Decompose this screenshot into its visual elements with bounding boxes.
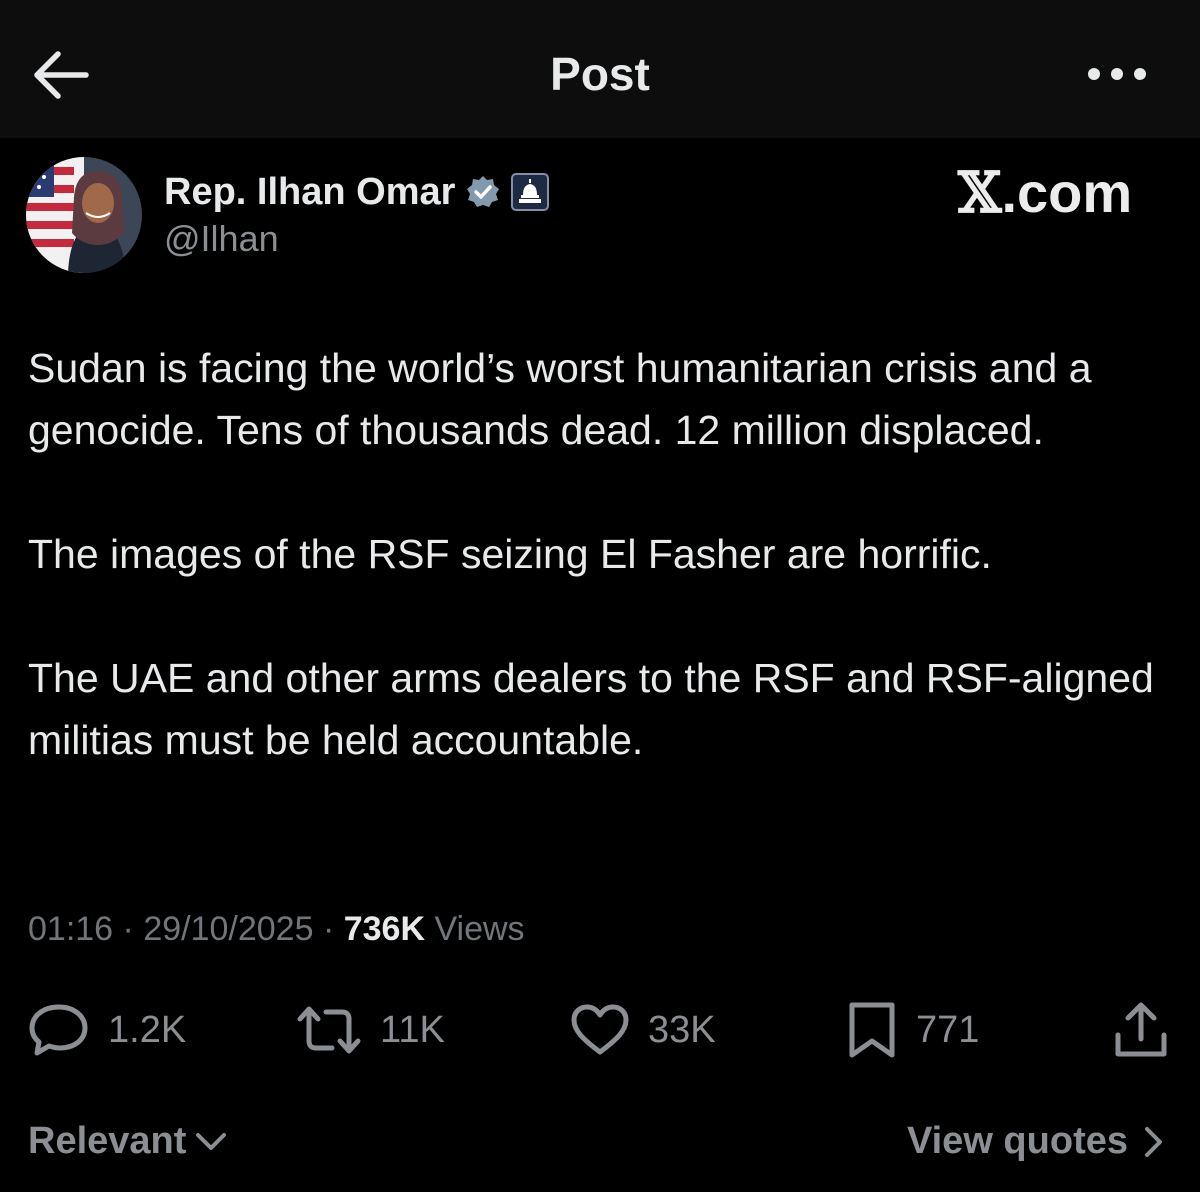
share-button[interactable] (1110, 990, 1172, 1070)
capitol-dome-icon (511, 173, 550, 211)
x-logo-glyph: 𝕏 (958, 160, 1002, 226)
bookmark-icon (849, 1002, 895, 1058)
bookmark-count: 771 (916, 1008, 980, 1051)
view-quotes-label: View quotes (906, 1120, 1128, 1162)
post-date[interactable]: 29/10/2025 (143, 910, 313, 948)
avatar[interactable] (26, 157, 142, 273)
author-handle[interactable]: @Ilhan (164, 218, 279, 260)
reply-sort-dropdown[interactable]: Relevant (28, 1120, 228, 1163)
share-icon (1115, 1002, 1167, 1057)
page-title: Post (550, 48, 650, 100)
like-count: 33K (648, 1008, 716, 1051)
chevron-down-icon (196, 1132, 227, 1150)
views-count: 736K (343, 910, 426, 948)
post-meta: 01:16 · 29/10/2025 · 736K Views (28, 910, 525, 949)
repost-count: 11K (380, 1008, 445, 1051)
post-body: Sudan is facing the world’s worst humani… (28, 337, 1178, 771)
verified-badge-icon (467, 176, 500, 207)
repost-button[interactable]: 11K (296, 990, 445, 1070)
post-paragraph: Sudan is facing the world’s worst humani… (28, 345, 1092, 453)
post-paragraph: The images of the RSF seizing El Fasher … (28, 531, 992, 577)
heart-icon (571, 1004, 629, 1055)
more-horizontal-icon (1088, 68, 1146, 80)
like-button[interactable]: 33K (570, 990, 716, 1070)
replies-toolbar: Relevant View quotes (0, 1110, 1200, 1180)
meta-separator: · (322, 910, 335, 948)
view-quotes-link[interactable]: View quotes (907, 1120, 1164, 1163)
repost-icon (297, 1006, 361, 1054)
views-label: Views (434, 910, 525, 948)
meta-separator: · (122, 910, 134, 948)
bookmark-button[interactable]: 771 (846, 990, 979, 1070)
more-options-button[interactable] (1082, 56, 1152, 92)
post-time[interactable]: 01:16 (28, 910, 113, 948)
reply-count: 1.2K (108, 1008, 187, 1051)
action-bar: 1.2K 11K 33K 771 (0, 990, 1200, 1080)
post-paragraph: The UAE and other arms dealers to the RS… (28, 655, 1154, 763)
chevron-right-icon (1145, 1126, 1162, 1157)
author-name-row: Rep. Ilhan Omar (164, 168, 550, 216)
top-bar: Post (0, 0, 1200, 138)
x-com-watermark: 𝕏.com (958, 160, 1132, 226)
watermark-text: .com (1001, 161, 1133, 224)
reply-button[interactable]: 1.2K (28, 990, 186, 1070)
reply-icon (29, 1004, 88, 1056)
sort-label: Relevant (28, 1120, 187, 1162)
author-display-name[interactable]: Rep. Ilhan Omar (164, 171, 455, 214)
